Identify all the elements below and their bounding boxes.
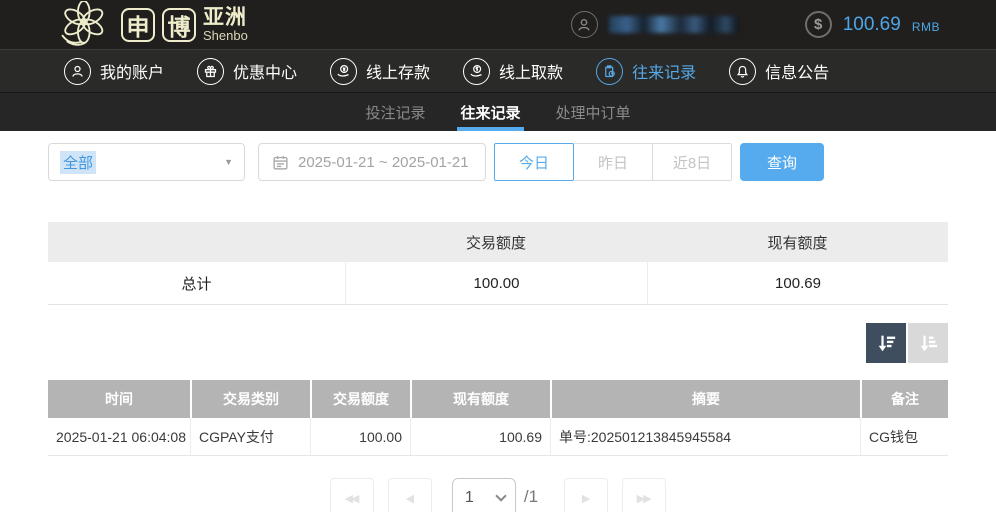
nav-item-transaction-records[interactable]: 往来记录 [596, 58, 696, 85]
sort-descending-icon [875, 332, 897, 354]
withdraw-coin-icon [463, 58, 490, 85]
col-header-current-balance: 现有额度 [410, 380, 550, 418]
sub-nav: 投注记录 往来记录 处理中订单 [0, 92, 996, 131]
gift-icon [197, 58, 224, 85]
nav-item-deposit[interactable]: 线上存款 [330, 58, 430, 85]
balance-currency: RMB [912, 20, 940, 34]
last-8-days-button[interactable]: 近8日 [653, 143, 732, 181]
first-page-button[interactable]: ◀◀ [330, 478, 374, 512]
date-range-input[interactable]: 2025-01-21 ~ 2025-01-21 [258, 143, 486, 181]
site-logo[interactable]: 申 博 亚洲 Shenbo [54, 1, 248, 49]
bell-icon [729, 58, 756, 85]
col-header-time: 时间 [48, 380, 190, 418]
sort-controls [48, 323, 948, 363]
nav-item-promotions[interactable]: 优惠中心 [197, 58, 297, 85]
logo-char-shen: 申 [121, 8, 155, 42]
user-icon [64, 58, 91, 85]
prev-page-button[interactable]: ◀ [388, 478, 432, 512]
cell-remarks: CG钱包 [860, 418, 948, 455]
username-blurred [609, 16, 739, 33]
records-clipboard-icon [596, 58, 623, 85]
topbar-right: $ 100.69 RMB [571, 11, 940, 38]
cell-transaction-type: CGPAY支付 [190, 418, 310, 455]
user-account[interactable] [571, 11, 739, 38]
topbar: 申 博 亚洲 Shenbo $ 100.69 RMB [0, 0, 996, 49]
yesterday-button[interactable]: 昨日 [574, 143, 653, 181]
sort-descending-button[interactable] [866, 323, 906, 363]
nav-label: 线上存款 [366, 59, 430, 83]
tab-transaction-records[interactable]: 往来记录 [458, 93, 522, 131]
summary-header-transaction-amount: 交易额度 [345, 222, 647, 262]
tab-processing-orders[interactable]: 处理中订单 [554, 93, 633, 131]
filter-row: 全部 ▼ 2025-01-21 ~ 2025-01-21 今日 昨日 近8日 查… [48, 143, 948, 181]
nav-label: 信息公告 [765, 59, 829, 83]
chevron-down-icon [495, 490, 506, 501]
nav-item-announcements[interactable]: 信息公告 [729, 58, 829, 85]
nav-item-withdraw[interactable]: 线上取款 [463, 58, 563, 85]
sort-ascending-button[interactable] [908, 323, 948, 363]
logo-region-text: 亚洲 [203, 7, 248, 29]
nav-label: 优惠中心 [233, 59, 297, 83]
type-select-value: 全部 [60, 151, 96, 174]
col-header-remarks: 备注 [860, 380, 948, 418]
nav-label: 我的账户 [100, 59, 164, 83]
cell-current-balance: 100.69 [410, 418, 550, 455]
type-select[interactable]: 全部 ▼ [48, 143, 245, 181]
logo-latin-text: Shenbo [203, 29, 248, 43]
records-table-header: 时间 交易类别 交易额度 现有额度 摘要 备注 [48, 380, 948, 418]
logo-char-bo: 博 [162, 8, 196, 42]
summary-header-current-balance: 现有额度 [647, 222, 948, 262]
quick-date-group: 今日 昨日 近8日 [494, 143, 732, 181]
chevron-down-icon: ▼ [224, 157, 233, 167]
last-page-button[interactable]: ▶▶ [622, 478, 666, 512]
cell-summary: 单号:202501213845945584 [550, 418, 860, 455]
pagination: ◀◀ ◀ 1 /1 ▶ ▶▶ [48, 478, 948, 512]
date-range-value: 2025-01-21 ~ 2025-01-21 [298, 154, 469, 171]
balance[interactable]: $ 100.69 RMB [805, 11, 940, 38]
summary-current-balance: 100.69 [647, 262, 948, 304]
nav-item-my-account[interactable]: 我的账户 [64, 58, 164, 85]
user-avatar-icon [571, 11, 598, 38]
main-nav: 我的账户 优惠中心 线上存款 线上取款 [0, 49, 996, 92]
col-header-transaction-amount: 交易额度 [310, 380, 410, 418]
table-row: 2025-01-21 06:04:08 CGPAY支付 100.00 100.6… [48, 418, 948, 456]
deposit-coin-icon [330, 58, 357, 85]
tab-betting-records[interactable]: 投注记录 [363, 93, 427, 131]
logo-wordmark: 亚洲 Shenbo [203, 7, 248, 43]
dollar-icon: $ [805, 11, 832, 38]
calendar-icon [272, 154, 289, 171]
balance-amount: 100.69 [843, 14, 901, 36]
col-header-transaction-type: 交易类别 [190, 380, 310, 418]
nav-label: 往来记录 [632, 59, 696, 83]
summary-total-row: 总计 100.00 100.69 [48, 262, 948, 305]
today-button[interactable]: 今日 [494, 143, 574, 181]
col-header-summary: 摘要 [550, 380, 860, 418]
content: 全部 ▼ 2025-01-21 ~ 2025-01-21 今日 昨日 近8日 查… [48, 143, 948, 512]
summary-total-label: 总计 [48, 262, 345, 304]
summary-table: 交易额度 现有额度 总计 100.00 100.69 [48, 222, 948, 305]
summary-header-empty [48, 222, 345, 262]
cell-transaction-amount: 100.00 [310, 418, 410, 455]
flower-logo-icon [54, 1, 112, 49]
records-table: 时间 交易类别 交易额度 现有额度 摘要 备注 2025-01-21 06:04… [48, 380, 948, 456]
page-select[interactable]: 1 [452, 478, 516, 512]
cell-time: 2025-01-21 06:04:08 [48, 418, 190, 455]
nav-label: 线上取款 [499, 59, 563, 83]
sort-ascending-icon [917, 332, 939, 354]
search-button[interactable]: 查询 [740, 143, 824, 181]
next-page-button[interactable]: ▶ [564, 478, 608, 512]
summary-table-header: 交易额度 现有额度 [48, 222, 948, 262]
page-select-value: 1 [465, 489, 474, 507]
summary-transaction-amount: 100.00 [345, 262, 647, 304]
page-total-label: /1 [524, 487, 538, 507]
